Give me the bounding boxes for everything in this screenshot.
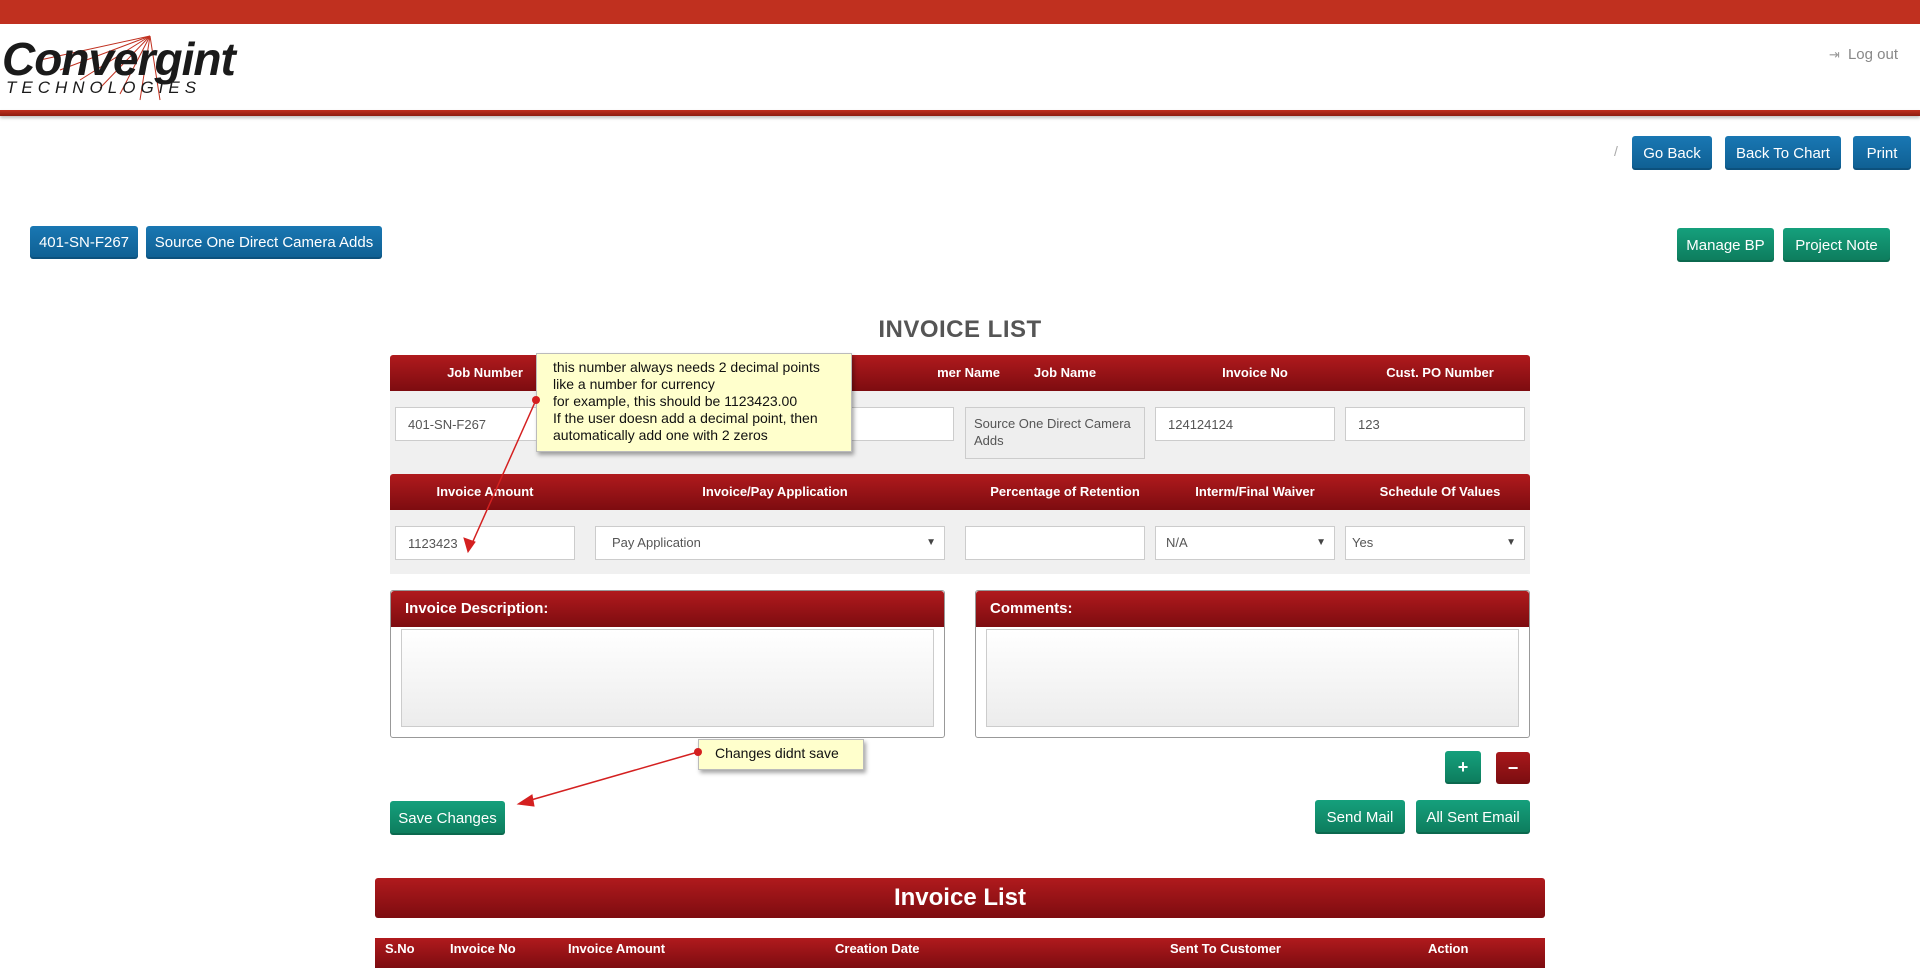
app-header [0,24,1920,112]
schedule-of-values-value: Yes [1352,535,1374,550]
invoice-description-box: Invoice Description: [390,590,945,738]
logout-label: Log out [1847,46,1898,63]
job-name-field: Source One Direct Camera Adds [965,407,1145,459]
col-action: Action [1428,941,1469,956]
note-line: for example, this should be 1123423.00 [553,393,798,409]
retention-input[interactable] [965,526,1145,560]
breadcrumb-separator: / [1614,143,1618,159]
cust-po-number-input[interactable] [1345,407,1525,441]
note-line: like a number for currency [553,376,715,392]
header-waiver: Interm/Final Waiver [1195,484,1315,499]
schedule-of-values-select[interactable]: Yes ▼ [1345,526,1525,560]
note-line: Changes didnt save [715,745,839,761]
chevron-down-icon: ▼ [926,537,936,548]
invoice-table-header: S.No Invoice No Invoice Amount Creation … [375,938,1545,968]
form-header-row-2: Invoice Amount Invoice/Pay Application P… [390,474,1530,510]
job-name-button[interactable]: Source One Direct Camera Adds [146,226,382,259]
invoice-description-textarea[interactable] [401,629,934,727]
job-number-button[interactable]: 401-SN-F267 [30,226,138,259]
header-job-name: Job Name [1033,365,1097,380]
comments-textarea[interactable] [986,629,1519,727]
header-schedule-of-values: Schedule Of Values [1379,484,1501,499]
comments-label: Comments: [976,591,1529,627]
invoice-description-label: Invoice Description: [391,591,944,627]
all-sent-email-button[interactable]: All Sent Email [1416,800,1530,834]
header-pay-application: Invoice/Pay Application [702,484,848,499]
company-logo[interactable]: Convergint TECHNOLOGIES [0,30,236,110]
invoice-amount-input[interactable] [395,526,575,560]
project-note-button[interactable]: Project Note [1783,228,1890,262]
header-invoice-no: Invoice No [1222,365,1288,380]
save-changes-button[interactable]: Save Changes [390,801,505,835]
logout-link[interactable]: ⇥ Log out [1829,46,1898,63]
col-invoice-no: Invoice No [450,941,516,956]
note-line: this number always needs 2 decimal point… [553,359,820,375]
manage-bp-button[interactable]: Manage BP [1677,228,1774,262]
back-to-chart-button[interactable]: Back To Chart [1725,136,1841,170]
plus-icon: + [1457,757,1469,777]
header-retention: Percentage of Retention [990,484,1140,499]
col-creation-date: Creation Date [835,941,920,956]
col-invoice-amount: Invoice Amount [568,941,666,956]
waiver-select[interactable]: N/A ▼ [1155,526,1335,560]
chevron-down-icon: ▼ [1316,537,1326,548]
pay-application-select[interactable]: Pay Application ▼ [595,526,945,560]
waiver-value: N/A [1166,535,1188,550]
header-cust-po-number: Cust. PO Number [1386,365,1494,380]
invoice-no-input[interactable] [1155,407,1335,441]
col-sno: S.No [385,941,415,956]
annotation-arrow-save [516,748,702,807]
go-back-button[interactable]: Go Back [1632,136,1712,170]
annotation-note-save: Changes didnt save [698,739,864,770]
invoice-list-title: Invoice List [375,878,1545,918]
sign-out-icon: ⇥ [1829,46,1840,62]
minus-icon: − [1507,757,1519,778]
comments-box: Comments: [975,590,1530,738]
pay-application-value: Pay Application [612,535,701,550]
note-line: If the user doesn add a decimal point, t… [553,410,818,426]
chevron-down-icon: ▼ [1506,537,1516,548]
header-divider [0,110,1920,116]
annotation-note-decimal: this number always needs 2 decimal point… [536,353,852,452]
send-mail-button[interactable]: Send Mail [1315,800,1405,834]
note-line: automatically add one with 2 zeros [553,427,768,443]
top-bar [0,0,1920,24]
page-title: INVOICE LIST [878,316,1042,343]
logo-tagline: TECHNOLOGIES [6,78,202,97]
print-button[interactable]: Print [1853,136,1911,170]
remove-row-button[interactable]: − [1496,752,1530,784]
header-invoice-amount: Invoice Amount [436,484,534,499]
add-row-button[interactable]: + [1445,751,1481,784]
col-sent-to-customer: Sent To Customer [1170,941,1281,956]
